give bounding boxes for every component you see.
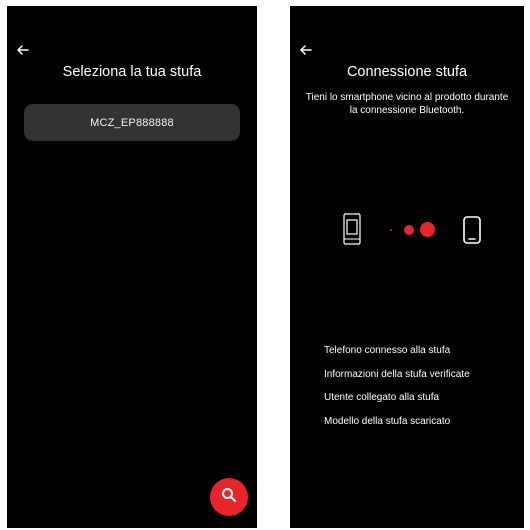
page-title: Seleziona la tua stufa bbox=[62, 64, 202, 80]
connection-dot-medium bbox=[404, 225, 414, 235]
search-button[interactable] bbox=[210, 478, 248, 516]
smartphone-icon bbox=[463, 216, 481, 249]
connection-dot-large bbox=[420, 222, 435, 237]
page-subtitle: Tieni lo smartphone vicino al prodotto d… bbox=[298, 91, 516, 117]
step-model-downloaded: Modello della stufa scaricato bbox=[324, 415, 451, 427]
subtitle-line: la connessione Bluetooth. bbox=[349, 105, 465, 116]
search-icon bbox=[221, 487, 237, 508]
arrow-left-icon bbox=[296, 40, 316, 60]
stove-list-item[interactable]: MCZ_EP888888 bbox=[24, 104, 240, 141]
arrow-left-icon bbox=[13, 40, 33, 60]
connection-dot-small bbox=[390, 229, 392, 231]
connection-steps-list: Telefono connesso alla stufa Informazion… bbox=[324, 344, 470, 438]
step-user-linked: Utente collegato alla stufa bbox=[324, 392, 440, 403]
stove-selection-screen: Seleziona la tua stufa MCZ_EP888888 bbox=[7, 6, 257, 528]
stove-name: MCZ_EP888888 bbox=[90, 116, 174, 129]
back-button[interactable] bbox=[13, 40, 33, 60]
step-phone-connected: Telefono connesso alla stufa bbox=[324, 345, 451, 356]
page-title: Connessione stufa bbox=[346, 64, 468, 80]
stove-icon bbox=[343, 213, 361, 250]
step-info-verified: Informazioni della stufa verificate bbox=[324, 368, 470, 380]
subtitle-line: Tieni lo smartphone vicino al prodotto d… bbox=[305, 92, 509, 103]
back-button[interactable] bbox=[296, 40, 316, 60]
stove-connection-screen: Connessione stufa Tieni lo smartphone vi… bbox=[290, 6, 524, 528]
